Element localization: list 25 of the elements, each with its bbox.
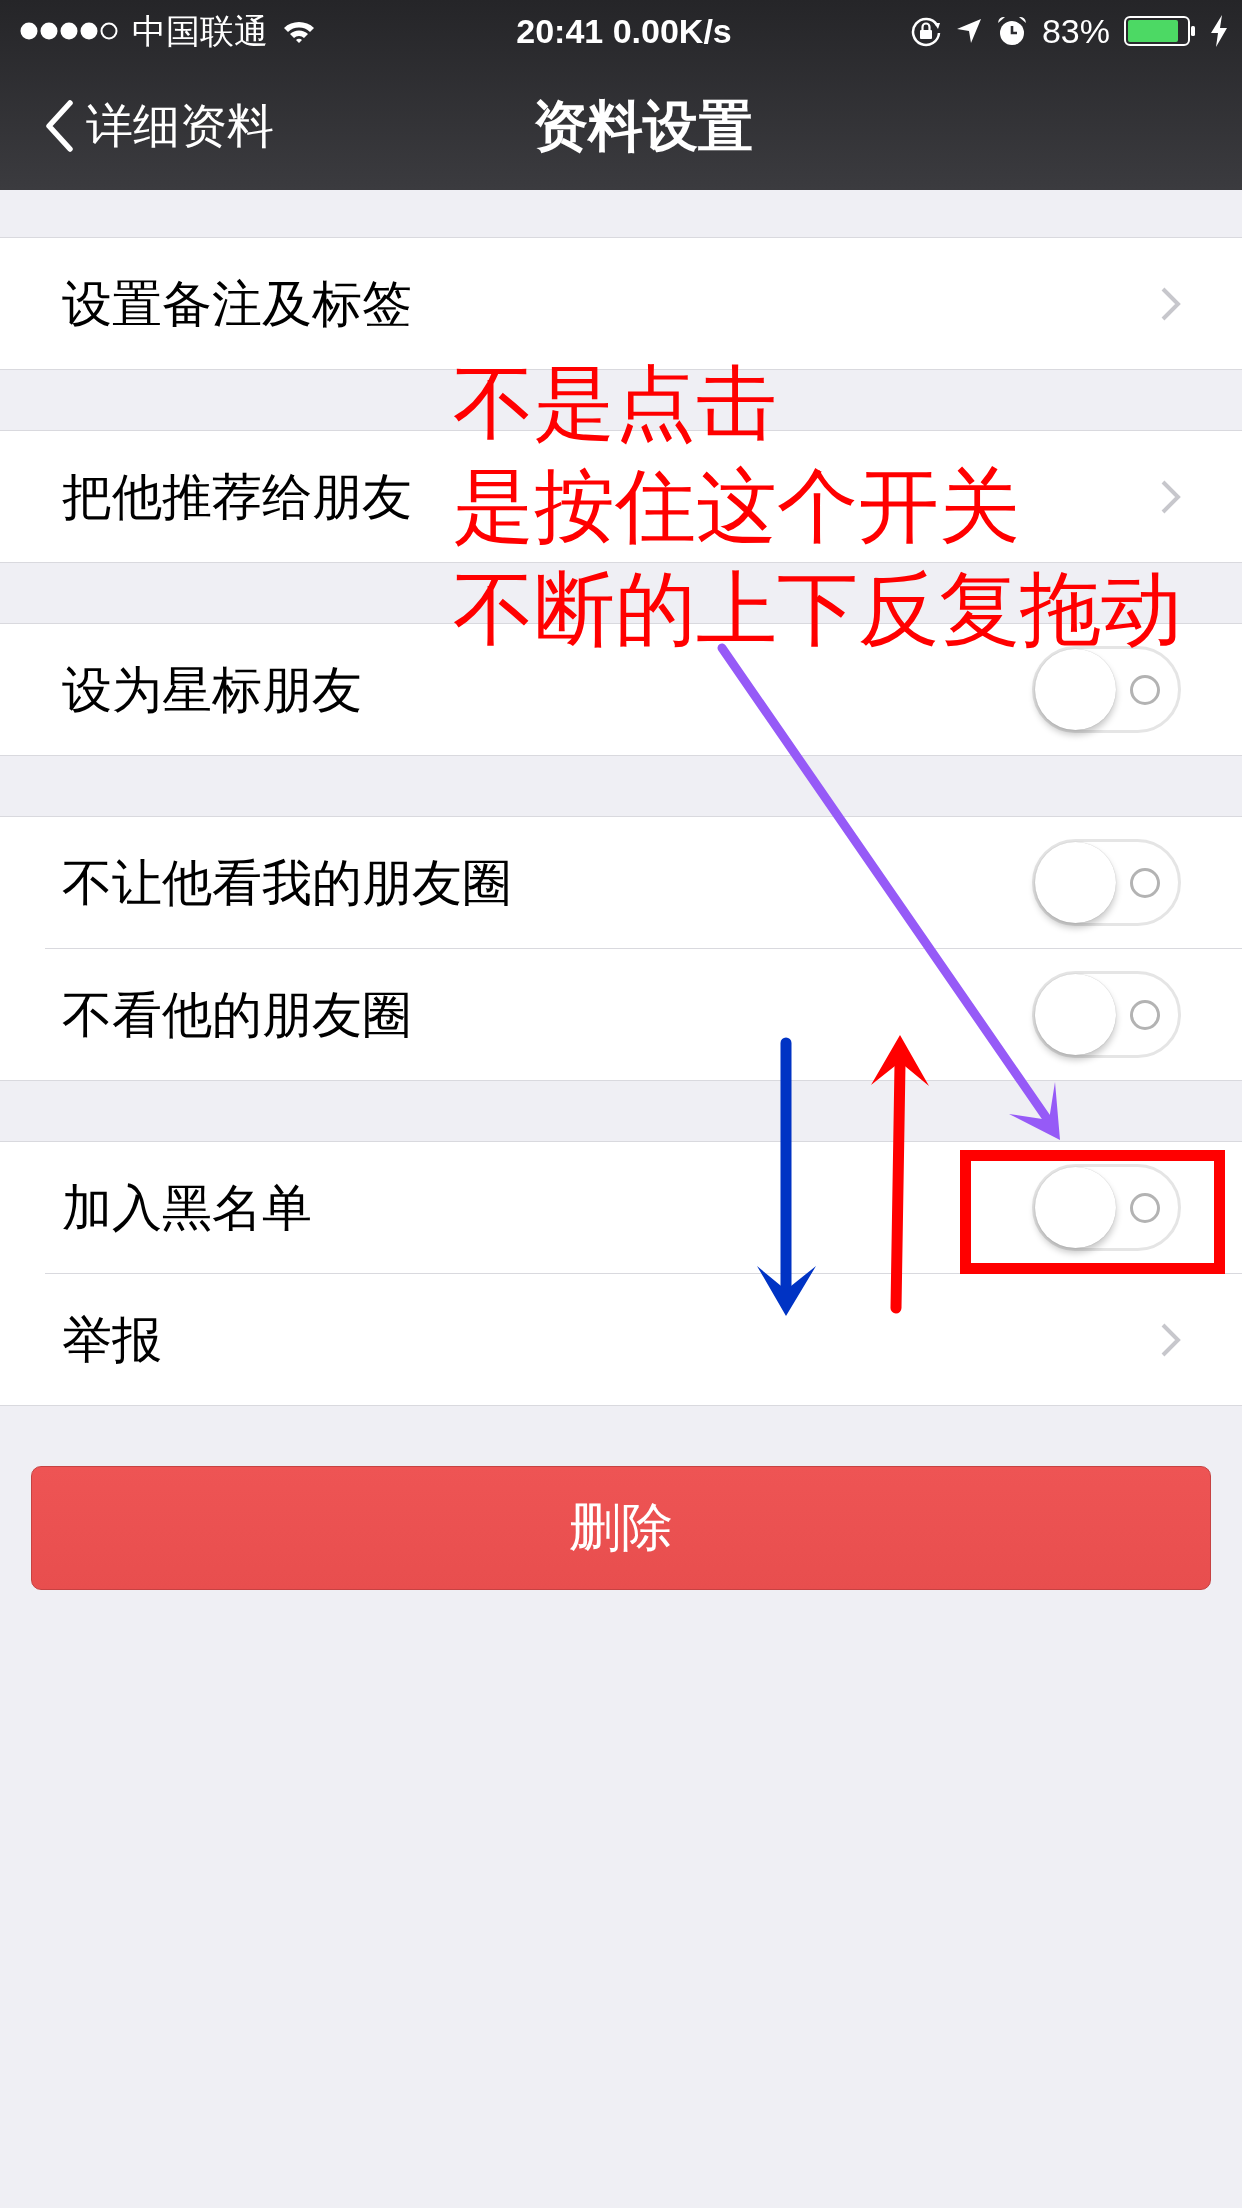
chevron-right-icon bbox=[1160, 1321, 1181, 1358]
row-label: 不让他看我的朋友圈 bbox=[62, 852, 512, 913]
back-button[interactable]: 详细资料 bbox=[44, 98, 274, 154]
battery-percentage: 83% bbox=[1041, 11, 1110, 51]
row-label: 举报 bbox=[62, 1309, 162, 1370]
battery-icon bbox=[1124, 16, 1196, 46]
charging-bolt-icon bbox=[1210, 15, 1228, 47]
row-label: 加入黑名单 bbox=[62, 1177, 312, 1238]
annotation-text: 不断的上下反复拖动 bbox=[453, 561, 1182, 658]
row-label: 设置备注及标签 bbox=[62, 273, 412, 334]
signal-dots-icon bbox=[20, 22, 118, 40]
row-label: 设为星标朋友 bbox=[62, 659, 362, 720]
location-arrow-icon bbox=[955, 18, 982, 44]
chevron-right-icon bbox=[1160, 285, 1181, 322]
rotation-lock-icon bbox=[909, 15, 942, 47]
chevron-left-icon bbox=[44, 100, 74, 152]
row-label: 把他推荐给朋友 bbox=[62, 466, 412, 527]
carrier-name: 中国联通 bbox=[132, 11, 268, 51]
alarm-clock-icon bbox=[995, 15, 1028, 47]
status-time: 20:41 0.00K/s bbox=[516, 11, 732, 51]
chevron-right-icon bbox=[1160, 478, 1181, 515]
row-label: 不看他的朋友圈 bbox=[62, 984, 412, 1045]
annotation-text: 是按住这个开关 bbox=[453, 458, 1020, 555]
delete-button[interactable]: 删除 bbox=[31, 1466, 1211, 1590]
screen-title: 资料设置 bbox=[533, 94, 753, 158]
